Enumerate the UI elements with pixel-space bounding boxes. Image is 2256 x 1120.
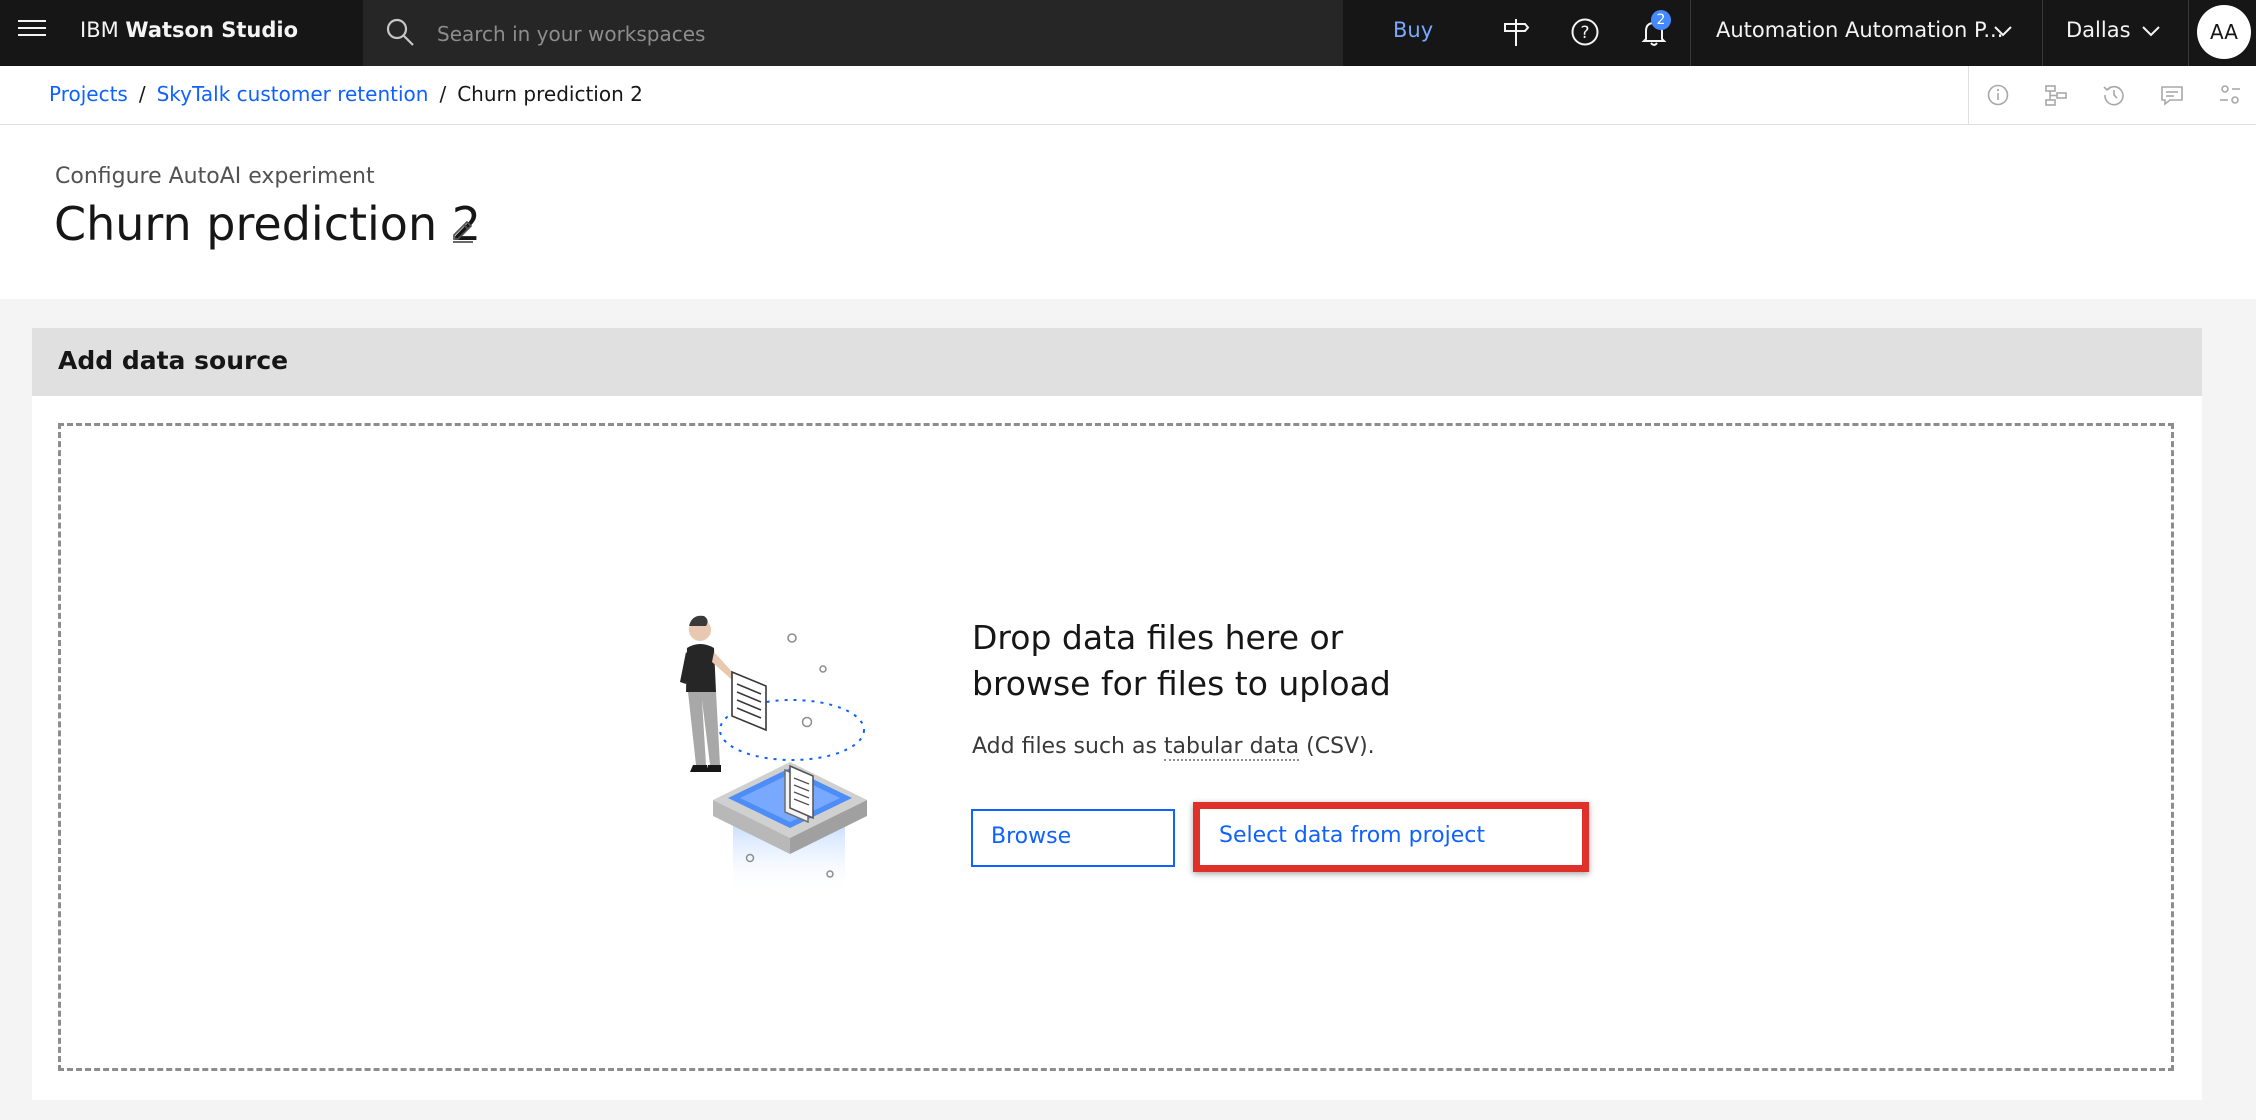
breadcrumb-projects[interactable]: Projects [49, 82, 128, 106]
signpost-icon[interactable] [1499, 15, 1533, 49]
chevron-down-icon[interactable] [1993, 24, 2013, 38]
drop-instructions: Drop data files here or browse for files… [972, 615, 1432, 707]
upload-illustration [680, 615, 867, 896]
brand-prefix: IBM [80, 18, 119, 42]
search-input[interactable] [435, 16, 1319, 52]
tabular-data-tooltip-term[interactable]: tabular data [1163, 734, 1300, 761]
help-icon[interactable]: ? [1568, 15, 1602, 49]
data-source-panel-header: Add data source [32, 328, 2202, 396]
svg-text:?: ? [1580, 23, 1589, 43]
page-header: Configure AutoAI experiment Churn predic… [0, 125, 2256, 299]
breadcrumb-bar: Projects / SkyTalk customer retention / Chur… [0, 66, 2256, 125]
top-header: IBM Watson Studio Buy ? 2 Automation Aut… [0, 0, 2256, 66]
notification-badge: 2 [1651, 10, 1671, 30]
information-icon[interactable] [1986, 83, 2010, 107]
page-title: Churn prediction 2 [54, 197, 481, 251]
avatar[interactable]: AA [2197, 5, 2251, 59]
page-subtitle: Configure AutoAI experiment [55, 164, 375, 189]
lineage-icon[interactable] [2044, 83, 2068, 107]
file-type-hint: Add files such as tabular data (CSV). [972, 734, 1375, 761]
breadcrumb-separator: / [138, 82, 146, 106]
search-bar [363, 0, 1343, 66]
comment-icon[interactable] [2160, 83, 2184, 107]
region-switcher[interactable]: Dallas [2066, 18, 2131, 42]
settings-adjust-icon[interactable] [2218, 83, 2242, 107]
chevron-down-icon[interactable] [2141, 24, 2161, 38]
header-divider [2188, 0, 2189, 66]
breadcrumb-project-name[interactable]: SkyTalk customer retention [157, 82, 429, 106]
drop-title-line2: browse for files to upload [972, 664, 1391, 703]
breadcrumb: Projects / SkyTalk customer retention / Chur… [49, 82, 643, 106]
hint-suffix: (CSV). [1299, 734, 1375, 759]
brand-name: Watson Studio [125, 18, 298, 42]
breadcrumb-current: Churn prediction 2 [457, 82, 643, 106]
header-divider [2042, 0, 2043, 66]
account-switcher[interactable]: Automation Automation P... [1716, 18, 2003, 42]
edit-icon[interactable] [449, 215, 477, 243]
data-source-heading: Add data source [58, 346, 289, 375]
search-icon[interactable] [385, 17, 415, 47]
hint-prefix: Add files such as [972, 734, 1164, 759]
product-brand[interactable]: IBM Watson Studio [80, 18, 298, 42]
select-data-from-project-button[interactable]: Select data from project [1193, 802, 1589, 872]
buy-link[interactable]: Buy [1393, 18, 1433, 42]
toolbar-divider [1968, 66, 1969, 124]
menu-icon[interactable] [18, 20, 46, 44]
history-icon[interactable] [2102, 83, 2126, 107]
header-divider [1690, 0, 1691, 66]
drop-title-line1: Drop data files here or [972, 618, 1344, 657]
breadcrumb-separator: / [439, 82, 447, 106]
browse-button[interactable]: Browse [971, 809, 1175, 867]
